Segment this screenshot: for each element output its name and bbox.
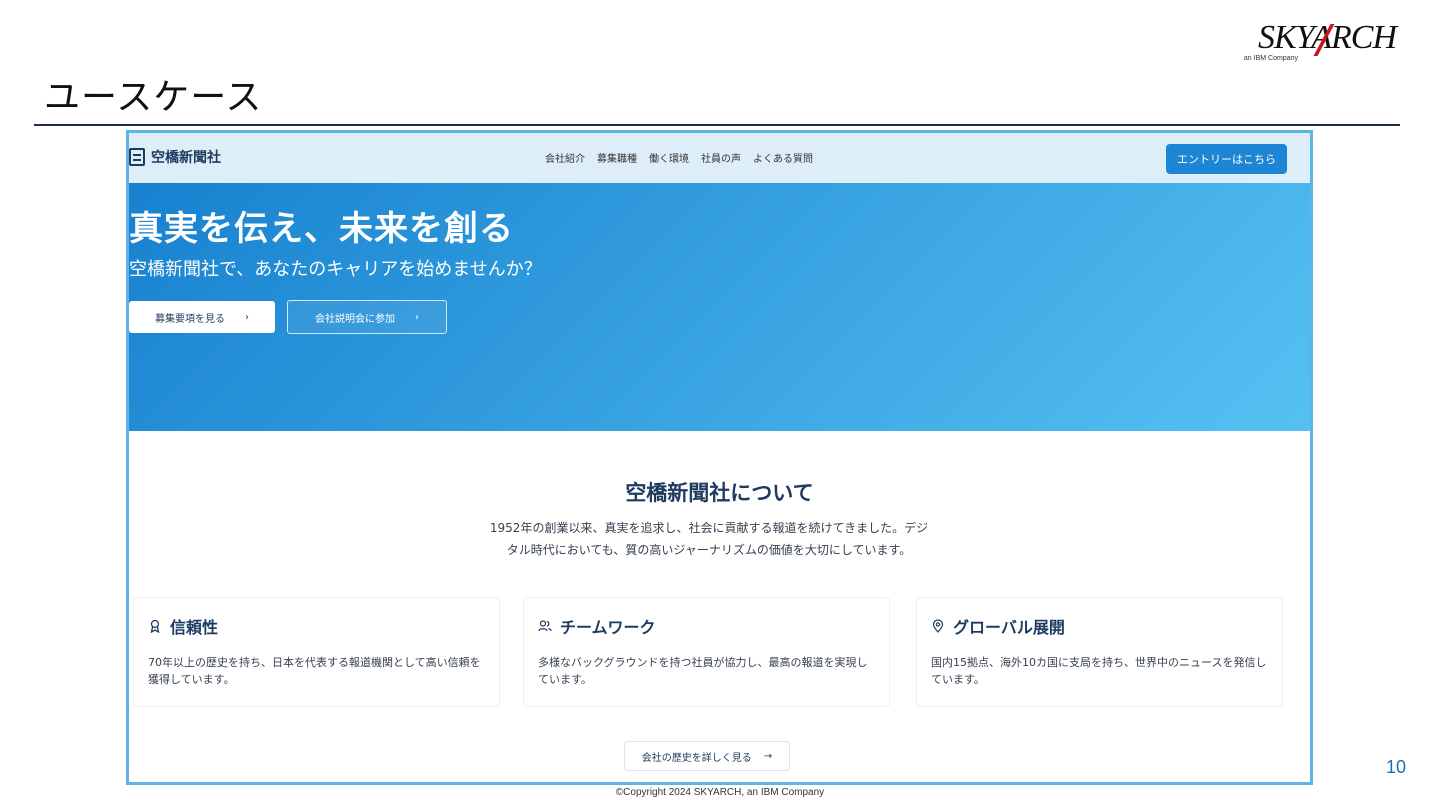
about-section: 空橋新聞社について 1952年の創業以来、真実を追求し、社会に貢献する報道を続け… bbox=[129, 431, 1310, 782]
map-pin-icon bbox=[932, 619, 944, 633]
newspaper-icon bbox=[129, 148, 145, 166]
feature-card-teamwork: チームワーク 多様なバックグラウンドを持つ社員が協力し、最高の報道を実現していま… bbox=[523, 597, 890, 707]
join-briefing-button[interactable]: 会社説明会に参加 › bbox=[287, 300, 447, 334]
page-number: 10 bbox=[1385, 757, 1406, 777]
about-title: 空橋新聞社について bbox=[625, 481, 814, 505]
site-navbar: 空橋新聞社 会社紹介 募集職種 働く環境 社員の声 よくある質問 エントリーはこ… bbox=[129, 133, 1310, 183]
chevron-right-icon: › bbox=[245, 311, 249, 323]
feature-card-reliability: 信頼性 70年以上の歴史を持ち、日本を代表する報道機関として高い信頼を獲得してい… bbox=[133, 597, 500, 707]
card-text: 70年以上の歴史を持ち、日本を代表する報道機関として高い信頼を獲得しています。 bbox=[148, 656, 481, 686]
company-history-button[interactable]: 会社の歴史を詳しく見る → bbox=[624, 741, 790, 771]
company-history-label: 会社の歴史を詳しく見る bbox=[641, 752, 752, 764]
about-description-line: タル時代においても、質の高いジャーナリズムの価値を大切にしています。 bbox=[506, 543, 912, 557]
nav-link-voices[interactable]: 社員の声 bbox=[701, 150, 741, 165]
card-title: グローバル展開 bbox=[953, 618, 1065, 637]
nav-link-environment[interactable]: 働く環境 bbox=[649, 150, 689, 165]
card-text: 多様なバックグラウンドを持つ社員が協力し、最高の報道を実現しています。 bbox=[538, 656, 868, 686]
users-icon bbox=[538, 620, 552, 632]
logo-subtext: an IBM Company bbox=[1243, 55, 1298, 62]
feature-card-global: グローバル展開 国内15拠点、海外10カ国に支局を持ち、世界中のニュースを発信し… bbox=[916, 597, 1283, 707]
skyarch-logo: SKYARCH an IBM Company bbox=[1236, 20, 1397, 68]
award-icon bbox=[150, 619, 160, 633]
nav-link-faq[interactable]: よくある質問 bbox=[753, 150, 813, 165]
join-briefing-label: 会社説明会に参加 bbox=[315, 313, 395, 325]
arrow-right-icon: → bbox=[763, 750, 773, 762]
chevron-right-icon: › bbox=[415, 311, 419, 323]
hero-section: 真実を伝え、未来を創る 空橋新聞社で、あなたのキャリアを始めませんか？ 募集要項… bbox=[129, 183, 1310, 431]
about-description-line: 1952年の創業以来、真実を追求し、社会に貢献する報道を続けてきました。デジ bbox=[489, 521, 929, 535]
entry-button[interactable]: エントリーはこちら bbox=[1166, 144, 1287, 174]
title-divider bbox=[34, 124, 1400, 126]
card-title: 信頼性 bbox=[170, 618, 219, 637]
nav-link-positions[interactable]: 募集職種 bbox=[597, 150, 637, 165]
nav-links: 会社紹介 募集職種 働く環境 社員の声 よくある質問 bbox=[545, 150, 813, 165]
site-brand[interactable]: 空橋新聞社 bbox=[129, 147, 221, 167]
view-requirements-button[interactable]: 募集要項を見る › bbox=[129, 301, 275, 333]
slide-title: ユースケース bbox=[44, 77, 263, 118]
card-text: 国内15拠点、海外10カ国に支局を持ち、世界中のニュースを発信しています。 bbox=[931, 656, 1267, 686]
copyright-footer: ©Copyright 2024 SKYARCH, an IBM Company bbox=[615, 787, 825, 798]
nav-link-company[interactable]: 会社紹介 bbox=[545, 150, 585, 165]
about-description: 1952年の創業以来、真実を追求し、社会に貢献する報道を続けてきました。デジ タ… bbox=[429, 517, 989, 561]
view-requirements-label: 募集要項を見る bbox=[155, 313, 225, 325]
hero-subtitle: 空橋新聞社で、あなたのキャリアを始めませんか？ bbox=[129, 259, 542, 280]
hero-title: 真実を伝え、未来を創る bbox=[129, 209, 514, 249]
brand-name: 空橋新聞社 bbox=[151, 150, 221, 166]
website-screenshot: 空橋新聞社 会社紹介 募集職種 働く環境 社員の声 よくある質問 エントリーはこ… bbox=[126, 130, 1313, 785]
card-title: チームワーク bbox=[560, 618, 656, 637]
